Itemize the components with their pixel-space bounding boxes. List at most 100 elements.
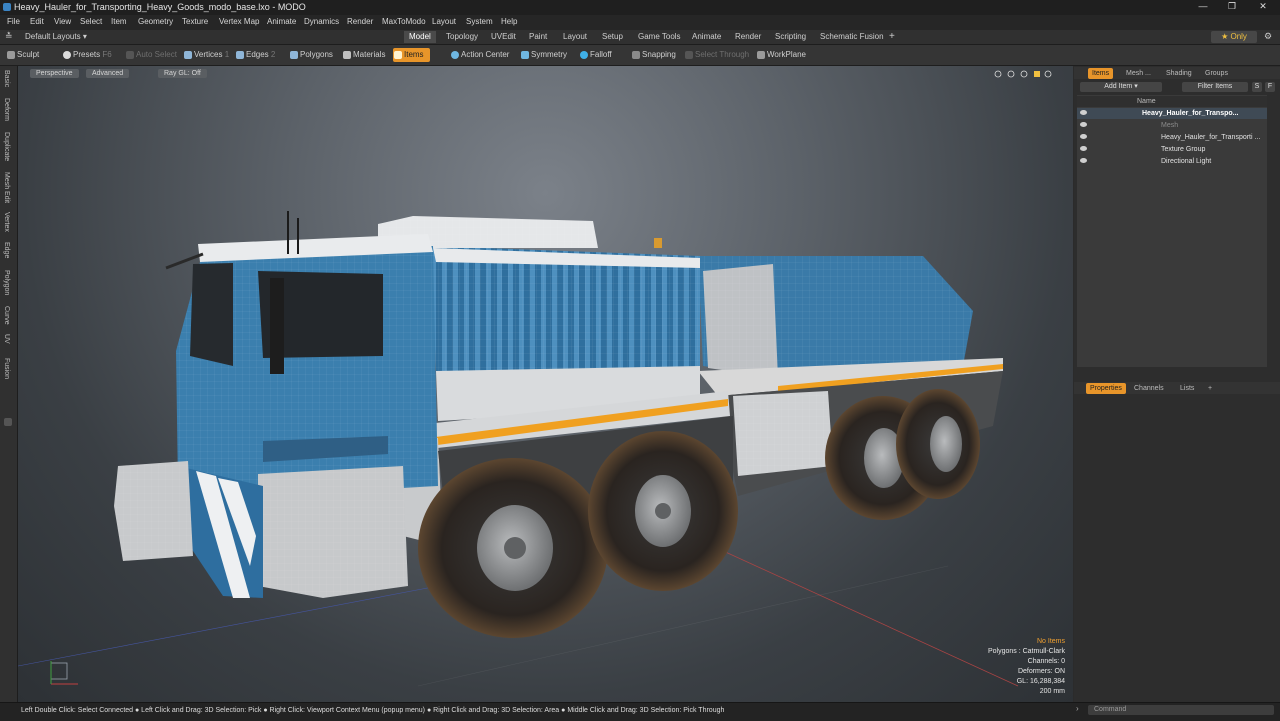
tab-lists[interactable]: Lists [1176, 383, 1198, 394]
menu-select[interactable]: Select [80, 17, 102, 26]
command-input[interactable]: Command [1088, 705, 1274, 715]
f-button[interactable]: F [1265, 82, 1275, 92]
default-layouts-dropdown[interactable]: Default Layouts ▾ [20, 31, 92, 43]
tab-vertex[interactable]: Vertex [3, 212, 10, 232]
minimize-button[interactable]: — [1190, 1, 1216, 14]
tab-duplicate[interactable]: Duplicate [3, 132, 10, 161]
tree-row-texture-group[interactable]: Texture Group [1077, 144, 1267, 155]
sculpt-button[interactable]: Sculpt [6, 48, 39, 62]
tab-curve[interactable]: Curve [3, 306, 10, 325]
tab-render[interactable]: Render [730, 31, 766, 43]
auto-select-icon [126, 51, 134, 59]
visibility-eye-icon[interactable] [1080, 146, 1087, 151]
snapping-button[interactable]: Snapping [631, 48, 676, 62]
viewport-nav-icons[interactable] [994, 70, 1052, 78]
auto-select-button[interactable]: Auto Select [125, 48, 177, 62]
tab-topology[interactable]: Topology [441, 31, 483, 43]
tab-mesh-edit[interactable]: Mesh Edit [3, 172, 10, 203]
presets-button[interactable]: Presets F6 [62, 48, 112, 62]
pan-icon[interactable] [994, 70, 1002, 78]
only-toggle-button[interactable]: ★ Only [1211, 31, 1257, 43]
tab-fusion[interactable]: Fusion [3, 358, 10, 379]
tab-polygon[interactable]: Polygon [3, 270, 10, 295]
visibility-eye-icon[interactable] [1080, 134, 1087, 139]
menu-item[interactable]: Item [111, 17, 127, 26]
tab-model[interactable]: Model [404, 31, 436, 43]
polygons-button[interactable]: Polygons [289, 48, 333, 62]
tab-schematic-fusion[interactable]: Schematic Fusion [815, 31, 889, 43]
menu-layout[interactable]: Layout [432, 17, 456, 26]
zoom-icon[interactable] [1020, 70, 1028, 78]
menu-maxtomodo[interactable]: MaxToModo [382, 17, 426, 26]
close-button[interactable]: ✕ [1250, 1, 1276, 14]
tree-row-scene-root[interactable]: Heavy_Hauler_for_Transpo... [1077, 108, 1267, 119]
tab-uvedit[interactable]: UVEdit [486, 31, 521, 43]
maximize-button[interactable]: ❐ [1219, 1, 1245, 14]
layout-bar: ≛ Default Layouts ▾ Model Topology UVEdi… [0, 30, 1280, 45]
filter-items-button[interactable]: Filter Items [1182, 82, 1248, 92]
panel-toggle-icon[interactable] [4, 418, 12, 426]
menu-texture[interactable]: Texture [182, 17, 208, 26]
s-button[interactable]: S [1252, 82, 1262, 92]
select-through-icon [685, 51, 693, 59]
tab-layout[interactable]: Layout [558, 31, 592, 43]
workplane-button[interactable]: WorkPlane [756, 48, 806, 62]
tab-game-tools[interactable]: Game Tools [633, 31, 686, 43]
tab-properties[interactable]: Properties [1086, 383, 1126, 394]
menu-animate[interactable]: Animate [267, 17, 296, 26]
visibility-eye-icon[interactable] [1080, 158, 1087, 163]
command-expand-icon[interactable]: › [1076, 704, 1079, 713]
front-hub-1 [504, 537, 526, 559]
select-through-button[interactable]: Select Through [684, 48, 749, 62]
tab-basic[interactable]: Basic [3, 70, 10, 87]
materials-button[interactable]: Materials [342, 48, 385, 62]
menu-vertex-map[interactable]: Vertex Map [219, 17, 259, 26]
add-item-button[interactable]: Add Item ▾ [1080, 82, 1162, 92]
front-hitch-wire [114, 461, 193, 561]
add-properties-tab-button[interactable]: + [1204, 383, 1216, 394]
tab-groups[interactable]: Groups [1201, 68, 1232, 79]
vertices-button[interactable]: Vertices 1 [183, 48, 229, 62]
menu-render[interactable]: Render [347, 17, 373, 26]
add-tab-button[interactable]: + [884, 31, 900, 43]
action-center-button[interactable]: Action Center [450, 48, 509, 62]
maximize-view-icon[interactable] [1044, 70, 1052, 78]
menu-file[interactable]: File [7, 17, 20, 26]
items-button[interactable]: Items [393, 48, 430, 62]
tab-uv[interactable]: UV [3, 334, 10, 344]
tab-animate[interactable]: Animate [687, 31, 726, 43]
tree-row-mesh-item[interactable]: Heavy_Hauler_for_Transporti ... [1077, 132, 1267, 143]
visibility-eye-icon[interactable] [1080, 122, 1087, 127]
info-scale: 200 mm [1039, 688, 1065, 695]
visibility-eye-icon[interactable] [1080, 110, 1087, 115]
menu-geometry[interactable]: Geometry [138, 17, 173, 26]
menu-system[interactable]: System [466, 17, 493, 26]
tree-row-directional-light[interactable]: Directional Light [1077, 156, 1267, 167]
tab-channels[interactable]: Channels [1130, 383, 1168, 394]
fit-icon[interactable] [1034, 71, 1040, 77]
entry-steps-wire [258, 466, 408, 598]
gear-icon[interactable]: ⚙ [1264, 31, 1272, 42]
tab-scripting[interactable]: Scripting [770, 31, 811, 43]
tree-row-mesh[interactable]: Mesh [1077, 120, 1267, 131]
falloff-icon [580, 51, 588, 59]
tab-items[interactable]: Items [1088, 68, 1114, 79]
tab-setup[interactable]: Setup [597, 31, 628, 43]
menu-view[interactable]: View [54, 17, 71, 26]
tab-deform[interactable]: Deform [3, 98, 10, 121]
symmetry-button[interactable]: Symmetry [520, 48, 567, 62]
info-no-items: No Items [1036, 638, 1065, 645]
3d-viewport[interactable]: Perspective Advanced Ray GL: Off No Item… [18, 66, 1073, 702]
tab-shading[interactable]: Shading [1162, 68, 1196, 79]
menu-edit[interactable]: Edit [30, 17, 44, 26]
layout-menu-icon[interactable]: ≛ [5, 31, 13, 42]
falloff-button[interactable]: Falloff [579, 48, 612, 62]
tab-paint[interactable]: Paint [524, 31, 552, 43]
menu-help[interactable]: Help [501, 17, 517, 26]
tab-mesh[interactable]: Mesh ... [1122, 68, 1155, 79]
rotate-icon[interactable] [1007, 70, 1015, 78]
tab-edge[interactable]: Edge [3, 242, 10, 258]
menu-dynamics[interactable]: Dynamics [304, 17, 339, 26]
edges-button[interactable]: Edges 2 [235, 48, 275, 62]
info-deformers: Deformers: ON [1017, 668, 1065, 675]
